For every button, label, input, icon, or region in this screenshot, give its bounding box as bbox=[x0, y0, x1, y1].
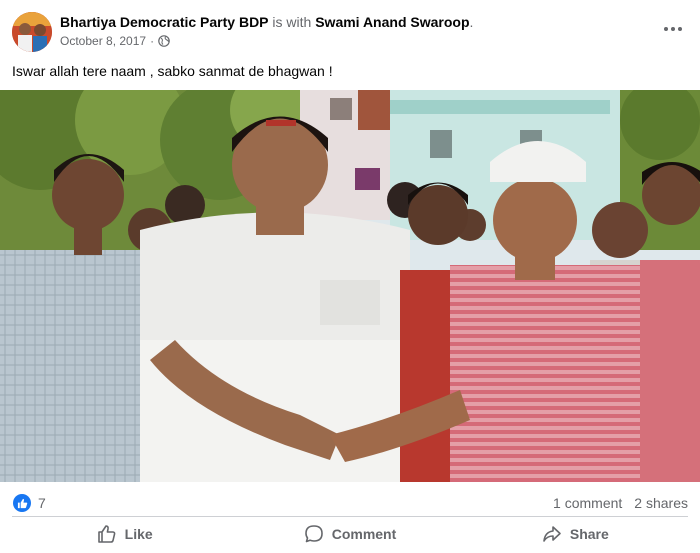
more-options-button[interactable] bbox=[658, 16, 688, 42]
comment-icon bbox=[304, 525, 323, 543]
like-label: Like bbox=[124, 526, 153, 542]
share-icon bbox=[543, 526, 561, 542]
comment-label: Comment bbox=[331, 526, 397, 542]
globe-icon[interactable] bbox=[158, 35, 170, 47]
share-label: Share bbox=[569, 526, 609, 542]
post-meta: October 8, 2017 · bbox=[60, 33, 170, 49]
post-date-link[interactable]: October 8, 2017 bbox=[60, 33, 146, 49]
share-button[interactable]: Share bbox=[463, 518, 688, 550]
meta-separator: · bbox=[150, 34, 155, 48]
tagged-suffix: . bbox=[469, 14, 474, 30]
divider bbox=[12, 516, 688, 517]
more-horizontal-icon bbox=[664, 27, 682, 31]
author-name-link[interactable]: Bhartiya Democratic Party BDP bbox=[60, 14, 269, 30]
page-avatar[interactable] bbox=[12, 12, 52, 52]
thumbs-up-icon bbox=[97, 525, 116, 543]
with-text: is with bbox=[272, 14, 312, 30]
reaction-count[interactable]: 7 bbox=[38, 495, 46, 511]
comment-button[interactable]: Comment bbox=[237, 518, 462, 550]
post-photo[interactable] bbox=[0, 90, 700, 482]
like-button[interactable]: Like bbox=[12, 518, 237, 550]
post-text: Iswar allah tere naam , sabko sanmat de … bbox=[12, 63, 333, 79]
stats-right: 1 comment 2 shares bbox=[553, 495, 688, 511]
post-header: Bhartiya Democratic Party BDP is with Sw… bbox=[0, 0, 700, 56]
share-count-link[interactable]: 2 shares bbox=[634, 495, 688, 511]
post-actions: Like Comment Share bbox=[12, 518, 688, 550]
comment-count-link[interactable]: 1 comment bbox=[553, 495, 622, 511]
tagged-person-link[interactable]: Swami Anand Swaroop bbox=[315, 14, 469, 30]
post-author-line: Bhartiya Democratic Party BDP is with Sw… bbox=[60, 13, 473, 31]
like-reaction-icon[interactable] bbox=[13, 494, 31, 512]
